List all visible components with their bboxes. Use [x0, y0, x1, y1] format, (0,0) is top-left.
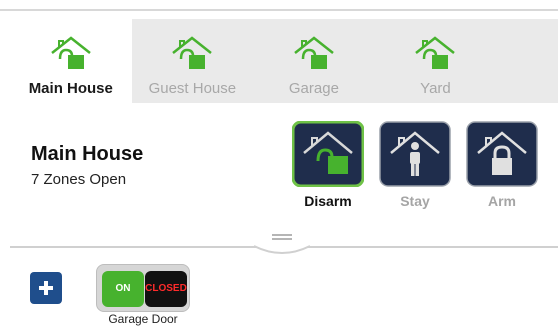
stay-button[interactable]: [379, 121, 451, 187]
arm-button[interactable]: [466, 121, 538, 187]
house-icon: [294, 36, 334, 69]
panel-title: Main House: [31, 143, 144, 165]
house-locked-icon: [466, 121, 538, 187]
disarm-button[interactable]: [292, 121, 364, 187]
stay-label: Stay: [400, 193, 430, 209]
tab-label: Main House: [28, 80, 113, 97]
house-person-icon: [379, 121, 451, 187]
on-toggle[interactable]: ON: [102, 271, 144, 307]
house-icon: [172, 36, 213, 69]
top-separator: [0, 9, 558, 11]
drag-handle-icon[interactable]: [254, 226, 310, 256]
tab-yard[interactable]: Yard: [374, 19, 497, 103]
tab-label: Yard: [420, 80, 451, 97]
tab-garage[interactable]: Garage: [253, 19, 375, 103]
arm-label: Arm: [487, 193, 516, 209]
house-icon: [415, 36, 456, 69]
tab-guest-house[interactable]: Guest House: [131, 19, 254, 103]
house-unlocked-icon: [292, 121, 364, 187]
disarm-label: Disarm: [304, 193, 352, 209]
closed-status[interactable]: CLOSED: [145, 271, 187, 307]
tab-label: Garage: [288, 80, 339, 97]
garage-door-device[interactable]: ON CLOSED: [96, 264, 190, 312]
tab-overflow: [496, 19, 558, 103]
tab-label: Guest House: [148, 80, 237, 97]
location-tabs: Main House Guest House Garage Yard: [10, 19, 558, 103]
add-device-button[interactable]: [30, 272, 62, 304]
house-icon: [51, 36, 91, 69]
tab-main-house[interactable]: Main House: [10, 19, 132, 103]
zones-status: 7 Zones Open: [31, 171, 127, 188]
